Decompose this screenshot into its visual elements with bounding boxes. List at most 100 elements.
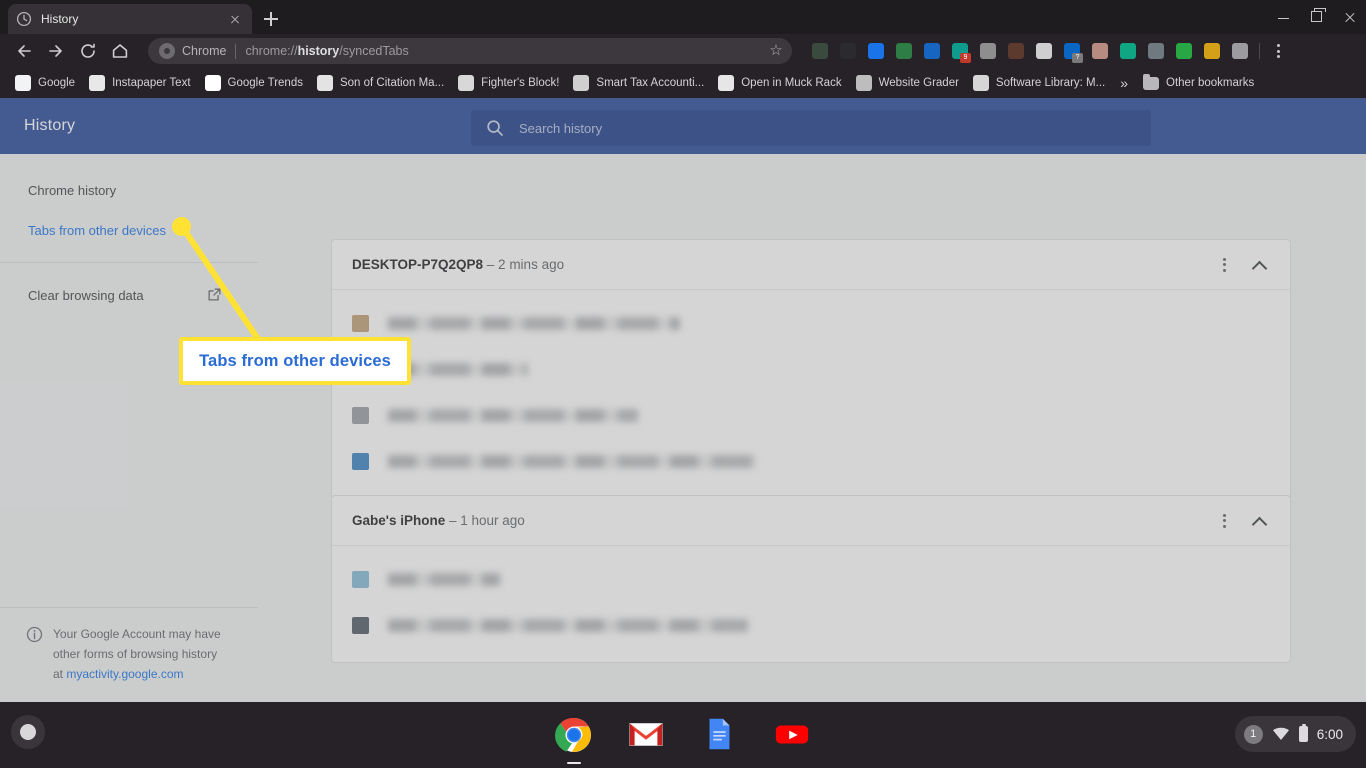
bookmark-favicon-icon [855,75,872,91]
extension-doc[interactable] [1030,38,1058,64]
extension-glyph [1176,43,1192,59]
history-page: History Search history Chrome history Ta… [0,98,1366,702]
notification-count-badge: 1 [1243,724,1263,744]
extension-glyph [1120,43,1136,59]
bookmark-star-icon[interactable]: ☆ [768,43,784,59]
extension-grammarly[interactable] [1114,38,1142,64]
bookmark-item[interactable]: Google Trends [198,71,310,95]
search-input[interactable]: Search history [471,110,1151,146]
callout-label: Tabs from other devices [199,351,391,370]
device-sync-time: – 2 mins ago [483,257,565,272]
extension-glyph [1008,43,1024,59]
sidebar-item-chrome-history[interactable]: Chrome history [0,170,258,210]
browser-tab-history[interactable]: History [8,4,252,34]
gmail-app-icon[interactable] [627,715,667,755]
synced-tab-row[interactable] [332,346,1290,392]
bookmark-favicon-icon [316,75,333,91]
home-icon[interactable] [104,35,136,67]
chrome-menu-icon[interactable] [1265,38,1291,64]
chromeos-shelf: 1 6:00 [0,702,1366,768]
omnibox-url: chrome://history/syncedTabs [245,44,409,58]
system-tray[interactable]: 1 6:00 [1234,716,1356,752]
chrome-app-icon[interactable] [554,715,594,764]
synced-tab-row[interactable] [332,438,1290,484]
bookmark-item[interactable]: Software Library: M... [966,71,1112,95]
bookmark-item[interactable]: Instapaper Text [82,71,197,95]
bookmark-item[interactable]: Website Grader [849,71,966,95]
extension-gold[interactable] [1198,38,1226,64]
device-name: Gabe's iPhone [352,513,446,528]
synced-tab-row[interactable] [332,392,1290,438]
minimize-icon[interactable] [1267,0,1300,34]
tab-favicon-icon [352,452,369,470]
close-window-icon[interactable] [1333,0,1366,34]
info-icon [26,626,43,643]
address-bar[interactable]: Chrome chrome://history/syncedTabs ☆ [148,38,792,64]
extensions-row: 9? [806,38,1291,64]
footer-line-2: other forms of browsing history [53,647,218,661]
battery-icon [1298,723,1308,742]
extension-amazon[interactable]: 9 [946,38,974,64]
bookmarks-bar: Google Instapaper Text Google Trends Son of… [0,68,1366,98]
close-icon[interactable] [226,10,244,28]
more-vert-icon[interactable] [1206,247,1242,283]
bookmark-label: Google Trends [227,77,303,89]
sidebar-item-tabs-from-other-devices[interactable]: Tabs from other devices [0,210,258,250]
reload-icon[interactable] [72,35,104,67]
extension-glyph [980,43,996,59]
device-card: Gabe's iPhone – 1 hour ago [331,495,1291,663]
extension-window[interactable] [918,38,946,64]
myactivity-link[interactable]: myactivity.google.com [66,667,183,681]
chevron-up-icon[interactable] [1242,503,1278,539]
synced-tabs-content: DESKTOP-P7Q2QP8 – 2 mins ago Gabe's iPhon… [258,154,1366,702]
other-bookmarks-folder[interactable]: Other bookmarks [1136,71,1261,95]
google-docs-app-icon[interactable] [700,715,740,755]
new-tab-button[interactable] [258,6,284,32]
extension-1[interactable] [806,38,834,64]
bookmarks-overflow-button[interactable]: » [1112,75,1136,91]
extension-pen[interactable] [834,38,862,64]
back-arrow-icon[interactable] [8,35,40,67]
bookmark-item[interactable]: Fighter's Block! [451,71,566,95]
extension-blue-tile[interactable] [862,38,890,64]
extension-hamburger[interactable] [1002,38,1030,64]
bookmark-favicon-icon [204,75,221,91]
restore-icon[interactable] [1300,0,1333,34]
window-controls [1267,0,1366,34]
synced-tab-row[interactable] [332,602,1290,648]
bookmark-label: Software Library: M... [995,77,1106,89]
extension-glyph [1092,43,1108,59]
bookmark-label: Google [38,77,76,89]
extension-linkedin[interactable]: ? [1058,38,1086,64]
chevron-up-icon[interactable] [1242,247,1278,283]
search-icon [487,120,503,136]
divider [1259,43,1260,59]
bookmark-item[interactable]: Son of Citation Ma... [310,71,451,95]
extension-google-drive[interactable] [890,38,918,64]
active-app-indicator [566,761,581,764]
sidebar-item-label: Chrome history [28,182,117,198]
tab-favicon-icon [352,314,369,332]
extension-glyph [1036,43,1052,59]
tab-title: History [41,12,79,26]
extension-pink[interactable] [1086,38,1114,64]
search-placeholder: Search history [519,120,603,136]
synced-tab-row[interactable] [332,556,1290,602]
extension-cloud[interactable] [1142,38,1170,64]
forward-arrow-icon[interactable] [40,35,72,67]
extension-badge: 9 [960,53,971,63]
omnibox-chip-label: Chrome [182,44,227,58]
extension-green-pin[interactable] [1170,38,1198,64]
bookmark-item[interactable]: Smart Tax Accounti... [566,71,711,95]
device-card-header: DESKTOP-P7Q2QP8 – 2 mins ago [332,240,1290,290]
device-name-and-time: Gabe's iPhone – 1 hour ago [352,513,1206,528]
extension-gray-box[interactable] [1226,38,1254,64]
wifi-icon [1272,727,1289,740]
page-title: History [24,117,76,134]
more-vert-icon[interactable] [1206,503,1242,539]
synced-tab-row[interactable] [332,300,1290,346]
youtube-app-icon[interactable] [773,715,813,755]
extension-ghost[interactable] [974,38,1002,64]
bookmark-item[interactable]: Google [8,71,82,95]
bookmark-item[interactable]: Open in Muck Rack [711,71,848,95]
